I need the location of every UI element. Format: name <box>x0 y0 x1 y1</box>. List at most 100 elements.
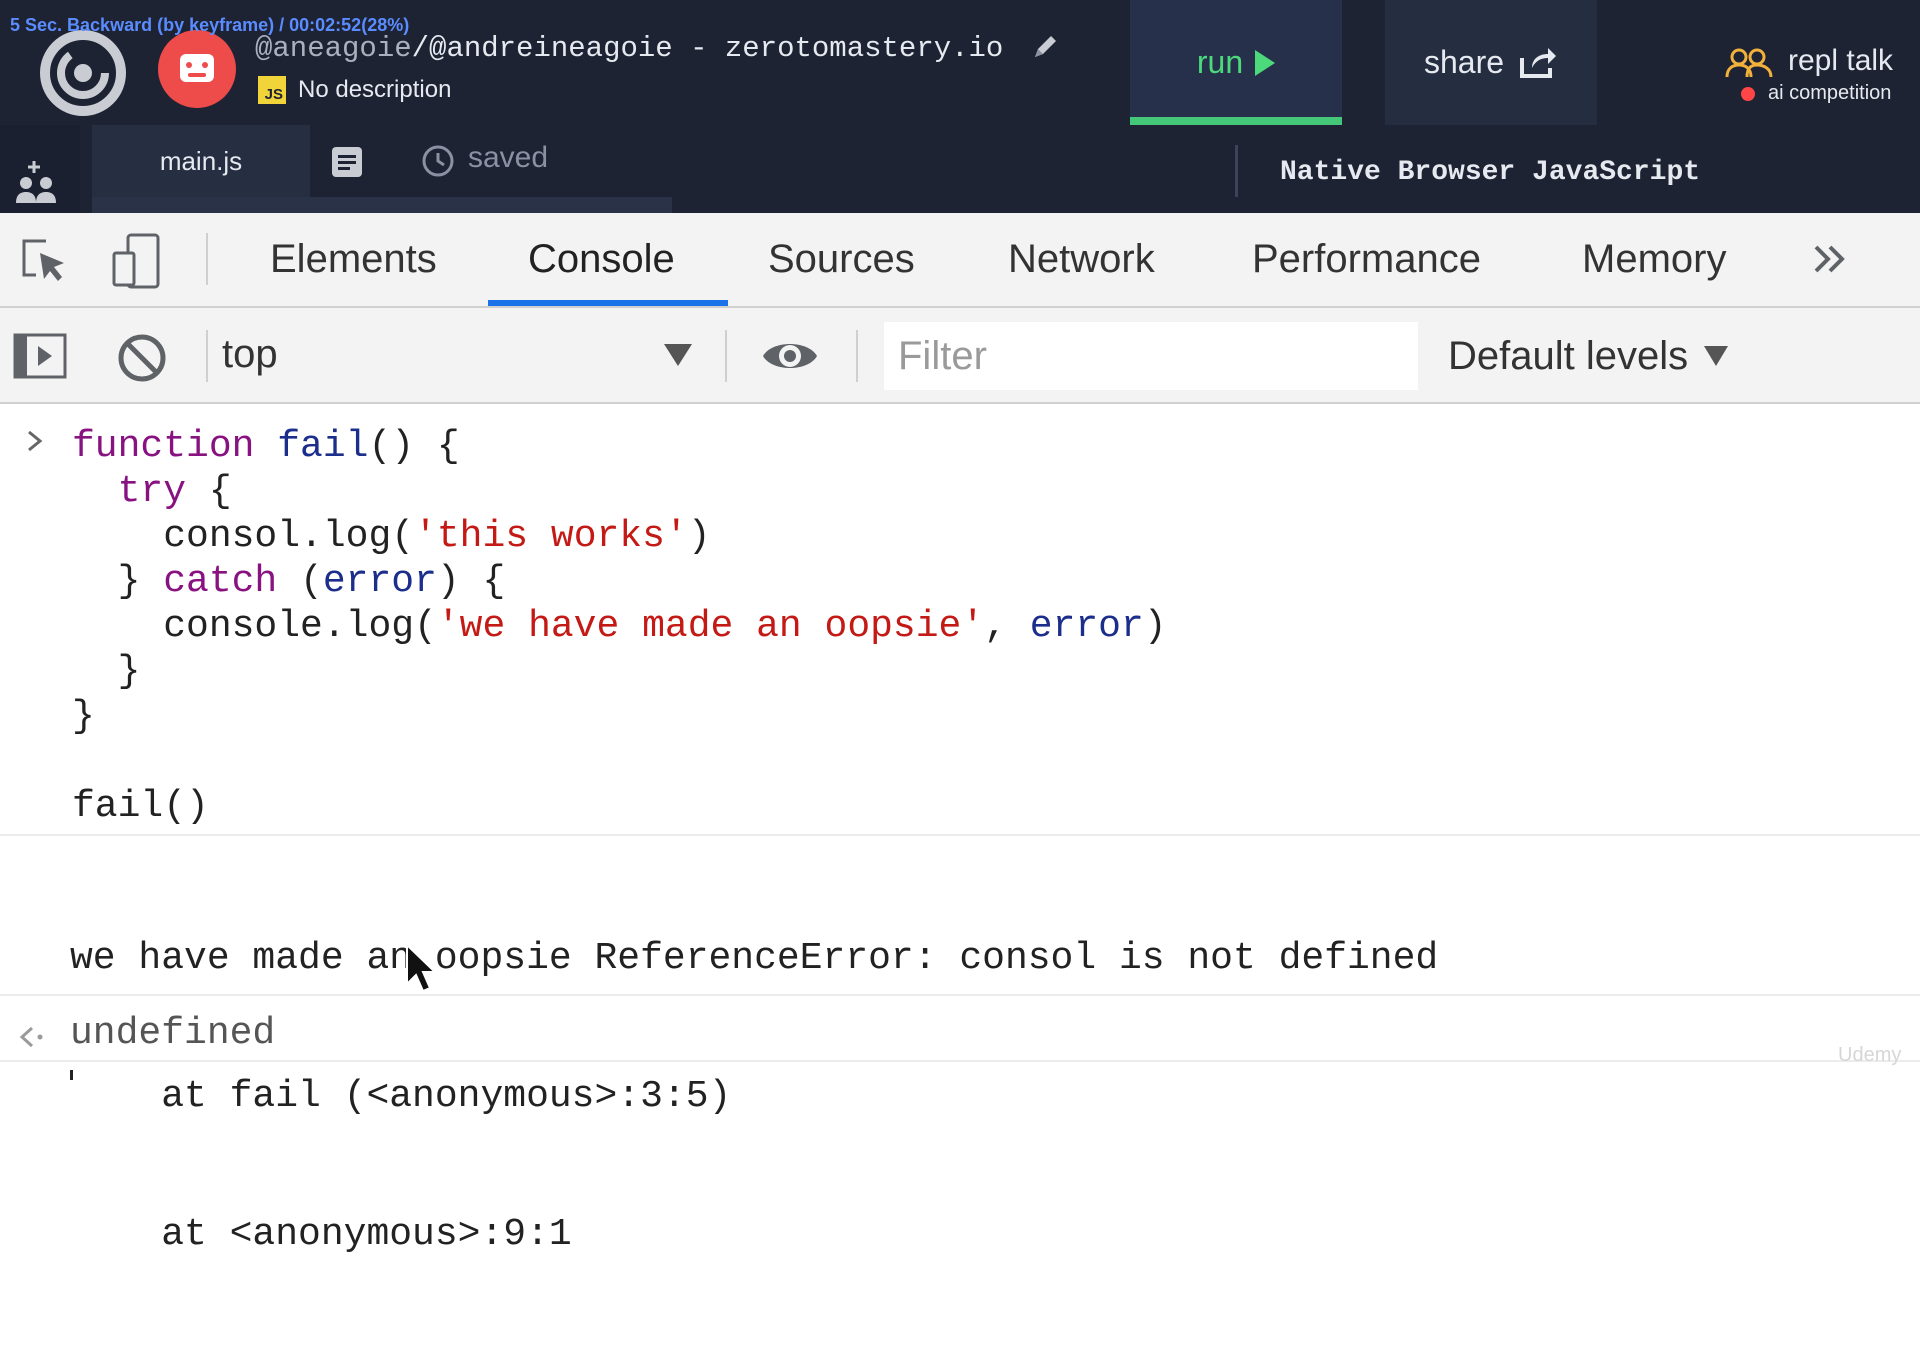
return-arrow-icon <box>19 1026 43 1048</box>
file-tab-main-js[interactable]: main.js <box>92 125 310 197</box>
console-log-message: we have made an oopsie ReferenceError: c… <box>70 844 1438 1350</box>
active-tab-indicator <box>488 300 728 306</box>
code-token: } <box>72 695 95 738</box>
code-token: () { <box>368 425 460 468</box>
code-token: , <box>984 605 1030 648</box>
row-divider <box>0 834 1920 836</box>
share-icon <box>1520 47 1557 78</box>
device-toolbar-icon[interactable] <box>110 233 166 289</box>
editor-strip: main.js saved Native Browser JavaScript <box>0 125 1920 213</box>
toolbar-separator <box>206 330 208 382</box>
row-divider <box>0 1060 1920 1062</box>
code-token: ) <box>687 515 711 558</box>
filter-input[interactable] <box>884 322 1418 390</box>
log-line: we have made an oopsie ReferenceError: c… <box>70 937 1439 980</box>
code-line: } <box>72 649 141 694</box>
code-token: function <box>72 425 278 468</box>
code-line: } catch (error) { <box>72 559 506 604</box>
history-icon[interactable] <box>420 143 456 179</box>
avatar[interactable] <box>158 30 236 108</box>
row-divider <box>0 994 1920 996</box>
code-token: } <box>72 650 141 693</box>
toolbar-separator <box>725 330 727 382</box>
log-line: at fail (<anonymous>:3:5) <box>70 1075 732 1118</box>
code-line: consol.log('this works') <box>72 514 711 559</box>
share-label: share <box>1423 44 1505 80</box>
log-levels-value: Default levels <box>1448 333 1689 378</box>
pane-divider[interactable] <box>1235 145 1238 197</box>
repl-header: 5 Sec. Backward (by keyframe) / 00:02:52… <box>0 0 1920 125</box>
language-badge: JS <box>258 76 286 104</box>
tab-memory[interactable]: Memory <box>1582 213 1726 306</box>
chevron-right-icon <box>28 430 43 452</box>
code-line: function fail() { <box>72 424 460 469</box>
inspect-element-icon[interactable] <box>18 235 70 287</box>
mouse-pointer-icon <box>406 942 438 993</box>
console-prompt-caret[interactable] <box>70 1070 73 1080</box>
code-line: fail() <box>72 784 209 829</box>
devtools-tabbar: Elements Console Sources Network Perform… <box>0 213 1920 308</box>
console-environment-label: Native Browser JavaScript <box>1280 157 1701 188</box>
code-token: ( <box>277 560 323 603</box>
competition-label[interactable]: ai competition <box>1768 82 1891 105</box>
toolbar-separator <box>856 330 858 382</box>
code-token: 'this works' <box>414 515 688 558</box>
sidebar-toggle-icon[interactable] <box>12 332 68 380</box>
pencil-icon[interactable] <box>1030 32 1060 62</box>
code-token: error <box>322 560 437 603</box>
editor-code-peek <box>92 197 672 213</box>
repl-title: @aneagoie/@andreineagoie - zerotomastery… <box>255 32 1003 65</box>
tab-network[interactable]: Network <box>1008 213 1155 306</box>
tab-performance[interactable]: Performance <box>1252 213 1481 306</box>
console-output[interactable]: function fail() { try { consol.log('this… <box>0 404 1920 1256</box>
tab-elements[interactable]: Elements <box>270 213 437 306</box>
live-dot-icon <box>1741 87 1755 101</box>
share-button[interactable]: share <box>1385 0 1597 125</box>
run-label: run <box>1196 44 1244 80</box>
run-button[interactable]: run <box>1130 0 1342 125</box>
replit-logo-icon[interactable] <box>38 28 128 118</box>
code-line: console.log('we have made an oopsie', er… <box>72 604 1167 649</box>
saved-status: saved <box>468 141 549 174</box>
code-token: consol.log( <box>72 515 415 558</box>
tab-sources[interactable]: Sources <box>768 213 915 306</box>
play-icon <box>1255 49 1276 76</box>
video-seek-overlay: 5 Sec. Backward (by keyframe) / 00:02:52… <box>10 15 410 35</box>
log-line: at <anonymous>:9:1 <box>70 1213 572 1256</box>
code-line: try { <box>72 469 232 514</box>
chevron-double-right-icon[interactable] <box>1808 237 1852 281</box>
return-value: undefined <box>70 1012 276 1055</box>
code-token: ) { <box>436 560 506 603</box>
code-token: fail() <box>72 785 209 828</box>
watermark-logo: Udemy <box>1838 1044 1902 1066</box>
console-toolbar: top Default levels <box>0 308 1920 404</box>
run-progress-bar <box>1130 117 1342 125</box>
code-token: } <box>72 560 164 603</box>
code-token: try <box>117 470 187 513</box>
tab-console[interactable]: Console <box>528 213 675 306</box>
chevron-down-icon <box>1704 346 1729 366</box>
toolbar-separator <box>206 233 208 285</box>
context-select[interactable]: top <box>222 322 692 386</box>
code-token: catch <box>163 560 278 603</box>
repl-owner-link[interactable]: @aneagoie <box>255 32 412 65</box>
clear-console-icon[interactable] <box>116 332 168 384</box>
repl-description[interactable]: No description <box>298 76 451 104</box>
robot-icon <box>180 54 214 82</box>
people-icon[interactable] <box>1725 48 1773 78</box>
code-line: } <box>72 694 95 739</box>
code-token: { <box>186 470 232 513</box>
chevron-down-icon <box>664 344 692 366</box>
code-token: 'we have made an oopsie' <box>436 605 985 648</box>
log-levels-select[interactable]: Default levels <box>1448 322 1729 390</box>
code-token: console.log( <box>72 605 437 648</box>
code-token: ) <box>1143 605 1167 648</box>
document-icon[interactable] <box>330 145 364 179</box>
context-value: top <box>222 331 278 376</box>
add-user-icon[interactable] <box>12 155 64 207</box>
code-token: fail <box>277 425 369 468</box>
repl-talk-link[interactable]: repl talk <box>1788 44 1893 78</box>
code-token: error <box>1029 605 1144 648</box>
eye-icon[interactable] <box>760 334 820 378</box>
